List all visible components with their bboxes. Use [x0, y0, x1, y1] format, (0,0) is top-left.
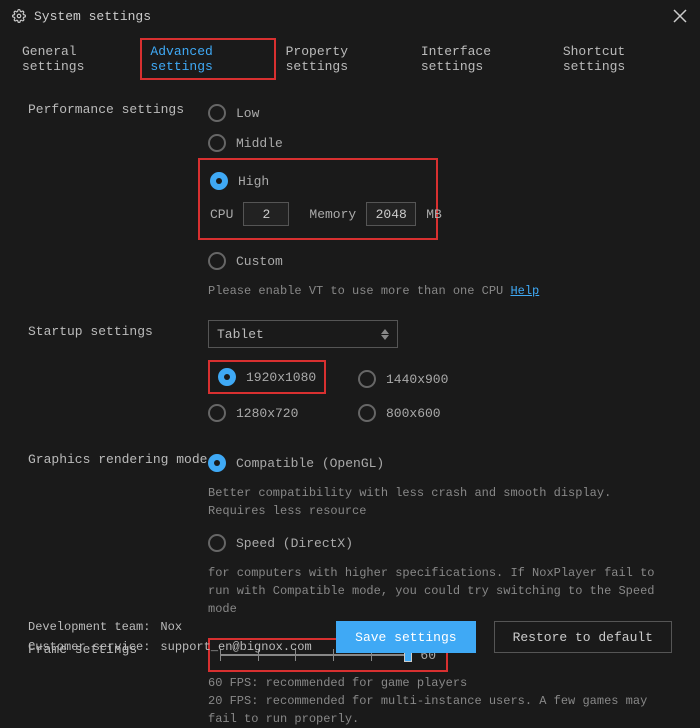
vt-help-link[interactable]: Help	[510, 284, 539, 298]
radio-high[interactable]	[210, 172, 228, 190]
memory-input[interactable]	[366, 202, 416, 226]
startup-section: Startup settings Tablet 1920x1080	[28, 320, 672, 428]
footer: Development team: Nox Customer service: …	[0, 608, 700, 668]
radio-low-label: Low	[236, 106, 259, 121]
radio-res-1280-label: 1280x720	[236, 406, 298, 421]
graphics-section: Graphics rendering mode Compatible (Open…	[28, 448, 672, 618]
startup-mode-value: Tablet	[217, 327, 264, 342]
chevron-updown-icon	[381, 329, 389, 340]
memory-unit: MB	[426, 207, 442, 222]
radio-high-label: High	[238, 174, 269, 189]
gear-icon	[12, 9, 26, 23]
radio-custom-label: Custom	[236, 254, 283, 269]
fps-hint1: 60 FPS: recommended for game players	[208, 674, 672, 692]
radio-compat[interactable]	[208, 454, 226, 472]
radio-compat-label: Compatible (OpenGL)	[236, 456, 384, 471]
radio-middle[interactable]	[208, 134, 226, 152]
titlebar: System settings	[0, 0, 700, 32]
radio-res-1440[interactable]	[358, 370, 376, 388]
radio-res-1280[interactable]	[208, 404, 226, 422]
tab-advanced[interactable]: Advanced settings	[140, 38, 275, 80]
radio-speed[interactable]	[208, 534, 226, 552]
radio-res-800-label: 800x600	[386, 406, 441, 421]
radio-res-1440-label: 1440x900	[386, 372, 448, 387]
close-icon[interactable]	[672, 8, 688, 24]
cs-label: Customer service:	[28, 640, 150, 654]
dev-team-label: Development team:	[28, 620, 150, 634]
tab-shortcut[interactable]: Shortcut settings	[553, 38, 688, 80]
tab-interface[interactable]: Interface settings	[411, 38, 553, 80]
startup-mode-select[interactable]: Tablet	[208, 320, 398, 348]
window-title: System settings	[34, 9, 151, 24]
performance-highlight: High CPU Memory MB	[198, 158, 438, 240]
cpu-input[interactable]	[243, 202, 289, 226]
radio-low[interactable]	[208, 104, 226, 122]
restore-button[interactable]: Restore to default	[494, 621, 672, 653]
dev-team-value: Nox	[160, 620, 182, 634]
tab-general[interactable]: General settings	[12, 38, 140, 80]
fps-hint2: 20 FPS: recommended for multi-instance u…	[208, 692, 672, 728]
compat-desc: Better compatibility with less crash and…	[208, 484, 672, 520]
startup-label: Startup settings	[28, 320, 208, 339]
performance-label: Performance settings	[28, 98, 208, 117]
tab-property[interactable]: Property settings	[276, 38, 411, 80]
cs-value: support_en@bignox.com	[160, 640, 311, 654]
graphics-label: Graphics rendering mode	[28, 448, 208, 467]
memory-label: Memory	[309, 207, 356, 222]
radio-custom[interactable]	[208, 252, 226, 270]
vt-hint: Please enable VT to use more than one CP…	[208, 284, 503, 298]
performance-section: Performance settings Low Middle High CPU	[28, 98, 672, 300]
radio-middle-label: Middle	[236, 136, 283, 151]
tabs: General settings Advanced settings Prope…	[0, 32, 700, 90]
save-button[interactable]: Save settings	[336, 621, 475, 653]
cpu-label: CPU	[210, 207, 233, 222]
radio-res-800[interactable]	[358, 404, 376, 422]
radio-speed-label: Speed (DirectX)	[236, 536, 353, 551]
